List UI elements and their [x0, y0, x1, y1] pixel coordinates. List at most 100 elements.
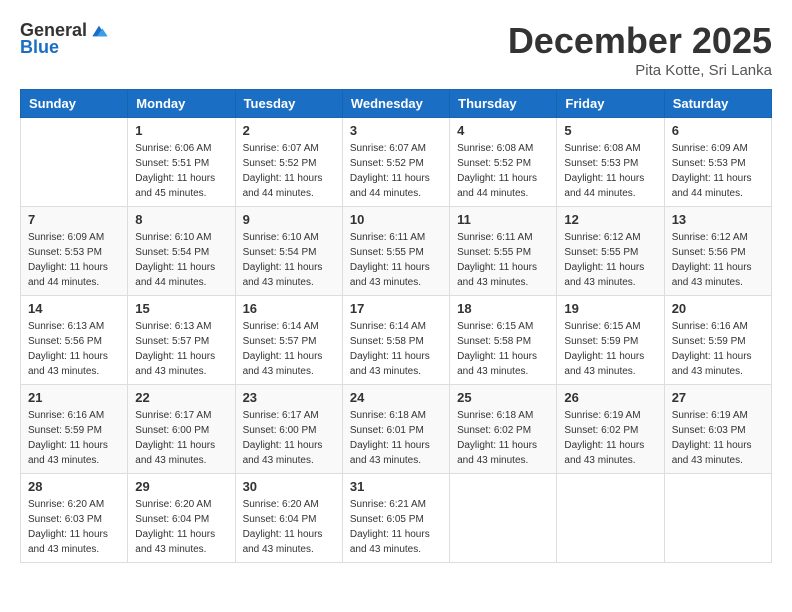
calendar-cell: 3 Sunrise: 6:07 AMSunset: 5:52 PMDaylight… [342, 118, 449, 207]
weekday-header-saturday: Saturday [664, 90, 771, 118]
weekday-header-monday: Monday [128, 90, 235, 118]
day-info: Sunrise: 6:09 AMSunset: 5:53 PMDaylight:… [28, 230, 120, 290]
day-number: 9 [243, 212, 335, 227]
calendar-cell: 27 Sunrise: 6:19 AMSunset: 6:03 PMDayligh… [664, 385, 771, 474]
day-number: 22 [135, 390, 227, 405]
day-number: 6 [672, 123, 764, 138]
calendar-cell: 17 Sunrise: 6:14 AMSunset: 5:58 PMDayligh… [342, 296, 449, 385]
day-info: Sunrise: 6:16 AMSunset: 5:59 PMDaylight:… [672, 319, 764, 379]
calendar-week-row: 14 Sunrise: 6:13 AMSunset: 5:56 PMDayligh… [21, 296, 772, 385]
calendar-cell: 20 Sunrise: 6:16 AMSunset: 5:59 PMDayligh… [664, 296, 771, 385]
calendar-cell: 5Sunrise: 6:08 AMSunset: 5:53 PMDaylight… [557, 118, 664, 207]
day-info: Sunrise: 6:12 AMSunset: 5:56 PMDaylight:… [672, 230, 764, 290]
day-info: Sunrise: 6:14 AMSunset: 5:58 PMDaylight:… [350, 319, 442, 379]
logo-blue: Blue [20, 37, 59, 58]
day-info: Sunrise: 6:14 AMSunset: 5:57 PMDaylight:… [243, 319, 335, 379]
day-number: 31 [350, 479, 442, 494]
day-number: 19 [564, 301, 656, 316]
day-info: Sunrise: 6:15 AMSunset: 5:58 PMDaylight:… [457, 319, 549, 379]
calendar-cell: 16 Sunrise: 6:14 AMSunset: 5:57 PMDayligh… [235, 296, 342, 385]
calendar-cell: 30 Sunrise: 6:20 AMSunset: 6:04 PMDayligh… [235, 474, 342, 563]
calendar-cell [450, 474, 557, 563]
day-info: Sunrise: 6:07 AMSunset: 5:52 PMDaylight:… [350, 141, 442, 201]
weekday-header-thursday: Thursday [450, 90, 557, 118]
day-number: 11 [457, 212, 549, 227]
day-number: 2 [243, 123, 335, 138]
day-info: Sunrise: 6:13 AMSunset: 5:57 PMDaylight:… [135, 319, 227, 379]
day-info: Sunrise: 6:06 AMSunset: 5:51 PMDaylight:… [135, 141, 227, 201]
day-info: Sunrise: 6:12 AMSunset: 5:55 PMDaylight:… [564, 230, 656, 290]
day-number: 14 [28, 301, 120, 316]
day-info: Sunrise: 6:07 AMSunset: 5:52 PMDaylight:… [243, 141, 335, 201]
calendar-cell: 4 Sunrise: 6:08 AMSunset: 5:52 PMDaylight… [450, 118, 557, 207]
day-info: Sunrise: 6:13 AMSunset: 5:56 PMDaylight:… [28, 319, 120, 379]
weekday-header-sunday: Sunday [21, 90, 128, 118]
day-number: 17 [350, 301, 442, 316]
day-number: 12 [564, 212, 656, 227]
day-info: Sunrise: 6:17 AMSunset: 6:00 PMDaylight:… [135, 408, 227, 468]
calendar-cell [664, 474, 771, 563]
day-info: Sunrise: 6:08 AMSunset: 5:52 PMDaylight:… [457, 141, 549, 201]
day-info: Sunrise: 6:09 AMSunset: 5:53 PMDaylight:… [672, 141, 764, 201]
title-block: December 2025 Pita Kotte, Sri Lanka [508, 20, 772, 79]
day-number: 13 [672, 212, 764, 227]
weekday-header-friday: Friday [557, 90, 664, 118]
day-number: 18 [457, 301, 549, 316]
calendar-cell: 26 Sunrise: 6:19 AMSunset: 6:02 PMDayligh… [557, 385, 664, 474]
day-info: Sunrise: 6:10 AMSunset: 5:54 PMDaylight:… [135, 230, 227, 290]
weekday-header-tuesday: Tuesday [235, 90, 342, 118]
day-number: 8 [135, 212, 227, 227]
calendar-cell: 24 Sunrise: 6:18 AMSunset: 6:01 PMDayligh… [342, 385, 449, 474]
day-info: Sunrise: 6:10 AMSunset: 5:54 PMDaylight:… [243, 230, 335, 290]
calendar-cell: 8 Sunrise: 6:10 AMSunset: 5:54 PMDaylight… [128, 207, 235, 296]
day-info: Sunrise: 6:15 AMSunset: 5:59 PMDaylight:… [564, 319, 656, 379]
day-info: Sunrise: 6:20 AMSunset: 6:04 PMDaylight:… [243, 497, 335, 557]
day-number: 23 [243, 390, 335, 405]
day-number: 20 [672, 301, 764, 316]
calendar-week-row: 28Sunrise: 6:20 AMSunset: 6:03 PMDayligh… [21, 474, 772, 563]
calendar-cell: 18 Sunrise: 6:15 AMSunset: 5:58 PMDayligh… [450, 296, 557, 385]
day-number: 29 [135, 479, 227, 494]
day-info: Sunrise: 6:17 AMSunset: 6:00 PMDaylight:… [243, 408, 335, 468]
day-number: 21 [28, 390, 120, 405]
day-number: 30 [243, 479, 335, 494]
calendar-table: SundayMondayTuesdayWednesdayThursdayFrid… [20, 89, 772, 563]
day-info: Sunrise: 6:11 AMSunset: 5:55 PMDaylight:… [457, 230, 549, 290]
calendar-cell: 31Sunrise: 6:21 AMSunset: 6:05 PMDayligh… [342, 474, 449, 563]
day-info: Sunrise: 6:16 AMSunset: 5:59 PMDaylight:… [28, 408, 120, 468]
calendar-cell: 28Sunrise: 6:20 AMSunset: 6:03 PMDayligh… [21, 474, 128, 563]
calendar-week-row: 7 Sunrise: 6:09 AMSunset: 5:53 PMDaylight… [21, 207, 772, 296]
logo: General Blue [20, 20, 109, 58]
calendar-cell: 21 Sunrise: 6:16 AMSunset: 5:59 PMDayligh… [21, 385, 128, 474]
day-number: 25 [457, 390, 549, 405]
day-info: Sunrise: 6:18 AMSunset: 6:01 PMDaylight:… [350, 408, 442, 468]
calendar-week-row: 21 Sunrise: 6:16 AMSunset: 5:59 PMDayligh… [21, 385, 772, 474]
day-number: 10 [350, 212, 442, 227]
day-info: Sunrise: 6:18 AMSunset: 6:02 PMDaylight:… [457, 408, 549, 468]
day-number: 24 [350, 390, 442, 405]
calendar-cell [557, 474, 664, 563]
calendar-cell: 15Sunrise: 6:13 AMSunset: 5:57 PMDayligh… [128, 296, 235, 385]
day-number: 16 [243, 301, 335, 316]
day-info: Sunrise: 6:19 AMSunset: 6:02 PMDaylight:… [564, 408, 656, 468]
day-info: Sunrise: 6:19 AMSunset: 6:03 PMDaylight:… [672, 408, 764, 468]
calendar-cell: 6 Sunrise: 6:09 AMSunset: 5:53 PMDaylight… [664, 118, 771, 207]
calendar-cell: 22 Sunrise: 6:17 AMSunset: 6:00 PMDayligh… [128, 385, 235, 474]
calendar-cell: 13 Sunrise: 6:12 AMSunset: 5:56 PMDayligh… [664, 207, 771, 296]
calendar-cell: 9 Sunrise: 6:10 AMSunset: 5:54 PMDaylight… [235, 207, 342, 296]
day-number: 27 [672, 390, 764, 405]
calendar-cell: 10 Sunrise: 6:11 AMSunset: 5:55 PMDayligh… [342, 207, 449, 296]
calendar-cell: 1Sunrise: 6:06 AMSunset: 5:51 PMDaylight… [128, 118, 235, 207]
weekday-header-wednesday: Wednesday [342, 90, 449, 118]
calendar-cell: 19 Sunrise: 6:15 AMSunset: 5:59 PMDayligh… [557, 296, 664, 385]
day-number: 26 [564, 390, 656, 405]
day-info: Sunrise: 6:20 AMSunset: 6:04 PMDaylight:… [135, 497, 227, 557]
day-info: Sunrise: 6:11 AMSunset: 5:55 PMDaylight:… [350, 230, 442, 290]
day-number: 4 [457, 123, 549, 138]
calendar-cell: 2 Sunrise: 6:07 AMSunset: 5:52 PMDaylight… [235, 118, 342, 207]
calendar-week-row: 1Sunrise: 6:06 AMSunset: 5:51 PMDaylight… [21, 118, 772, 207]
day-number: 3 [350, 123, 442, 138]
day-info: Sunrise: 6:20 AMSunset: 6:03 PMDaylight:… [28, 497, 120, 557]
month-title: December 2025 [508, 20, 772, 62]
day-number: 7 [28, 212, 120, 227]
